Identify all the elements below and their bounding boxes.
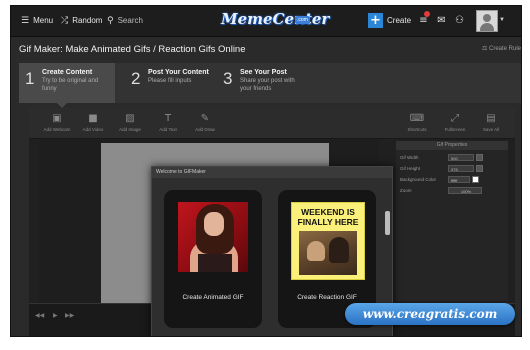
chevron-down-icon[interactable]: ▼: [499, 17, 505, 23]
fullscreen-icon: ⤢: [451, 113, 459, 124]
create-animated-gif-card[interactable]: Create Animated GIF: [164, 190, 262, 328]
tool-label: Add Image: [119, 127, 141, 132]
tool-label: Add Text: [159, 127, 177, 132]
rewind-icon[interactable]: ◀◀: [35, 312, 44, 319]
play-icon[interactable]: ▶: [53, 312, 58, 319]
shortcuts-button[interactable]: ⌨ Shortcuts: [399, 112, 435, 132]
tool-label: Fullscreen: [444, 127, 466, 132]
tool-label: Add Webcam: [43, 127, 71, 132]
color-swatch[interactable]: [472, 176, 479, 183]
app-window: ☰ Menu ⤮ Random ⚲ Search MemeCenter .com…: [10, 5, 522, 337]
property-label: Gif Width: [400, 155, 419, 160]
search-icon: ⚲: [107, 16, 114, 26]
modal-scrollbar[interactable]: [385, 211, 390, 235]
tool-label: Shortcuts: [407, 127, 427, 132]
site-logo[interactable]: MemeCenter .com: [221, 10, 329, 32]
step-title: Post Your Content: [148, 69, 209, 76]
tool-label: Add Draw: [195, 127, 215, 132]
create-rule-label: Create Rule: [488, 46, 521, 52]
image-icon: ▨: [125, 113, 135, 124]
add-webcam-button[interactable]: ▣ Add Webcam: [39, 112, 75, 132]
search-placeholder: Search: [117, 16, 143, 25]
menu-icon: ☰: [21, 16, 30, 26]
step-subtitle: Please fill inputs: [148, 78, 192, 84]
page-title: Gif Maker: Make Animated Gifs / Reaction…: [19, 44, 246, 55]
animated-gif-thumbnail: [178, 202, 248, 272]
watermark-text: www.creagratis.com: [362, 307, 498, 321]
text-icon: T: [164, 113, 172, 124]
pencil-icon: ✎: [200, 113, 210, 124]
create-button[interactable]: +: [368, 13, 383, 28]
add-video-button[interactable]: ■ Add Video: [75, 112, 111, 132]
fullscreen-button[interactable]: ⤢ Fullscreen: [437, 112, 473, 132]
background-color-input[interactable]: ffffff: [448, 176, 470, 183]
random-label: Random: [72, 16, 103, 25]
gif-properties-panel: Gif Properties Gif Width 500 Gif Height …: [396, 141, 508, 301]
gif-width-input[interactable]: 500: [448, 154, 474, 161]
add-image-button[interactable]: ▨ Add Image: [112, 112, 148, 132]
notification-badge: [424, 11, 430, 17]
menu-label: Menu: [33, 16, 54, 25]
forward-icon[interactable]: ▶▶: [65, 312, 74, 319]
editor-toolbar: ▣ Add Webcam ■ Add Video ▨ Add Image T A…: [29, 108, 515, 139]
shuffle-icon: ⤮: [61, 16, 69, 26]
reaction-gif-thumbnail: WEEKEND IS FINALLY HERE: [291, 202, 365, 280]
tool-label: Save All: [482, 127, 500, 132]
step-title: See Your Post: [240, 69, 287, 76]
logo-text: MemeCenter: [221, 10, 330, 28]
card-label: Create Reaction GIF: [297, 294, 357, 301]
save-icon: ▤: [486, 113, 496, 124]
zoom-select[interactable]: 100%: [448, 187, 482, 194]
webcam-icon: ▣: [52, 113, 62, 124]
plus-icon: +: [370, 13, 381, 28]
mail-icon[interactable]: ✉: [435, 14, 448, 27]
keyboard-icon: ⌨: [409, 113, 425, 124]
step-2[interactable]: 2 Post Your Content Please fill inputs: [125, 63, 215, 103]
create-label[interactable]: Create: [387, 6, 411, 36]
add-text-button[interactable]: T Add Text: [150, 112, 186, 132]
video-icon: ■: [88, 113, 98, 124]
property-label: Background Color: [400, 177, 437, 182]
properties-heading: Gif Properties: [396, 141, 508, 150]
step-number: 2: [131, 69, 141, 88]
step-1[interactable]: 1 Create Content Try to be original and …: [19, 63, 115, 108]
step-number: 3: [223, 69, 233, 88]
logo-tld: .com: [295, 16, 310, 24]
save-all-button[interactable]: ▤ Save All: [473, 112, 509, 132]
width-lock-button[interactable]: [476, 154, 483, 161]
menu-button[interactable]: ☰ Menu: [21, 6, 53, 36]
property-label: Gif Height: [400, 166, 421, 171]
step-subtitle: Try to be original and funny: [42, 78, 99, 92]
group-icon[interactable]: ⚇: [453, 14, 466, 27]
create-rule-link[interactable]: ⚖ Create Rule: [482, 45, 521, 52]
height-lock-button[interactable]: [476, 165, 483, 172]
reaction-image-text: WEEKEND IS FINALLY HERE: [297, 207, 359, 227]
step-title: Create Content: [42, 69, 93, 76]
property-label: Zoom: [400, 188, 412, 193]
step-subtitle: Share your post with your friends: [240, 78, 295, 92]
card-label: Create Animated GIF: [182, 294, 244, 301]
steps-bar: 1 Create Content Try to be original and …: [19, 63, 521, 108]
gif-height-input[interactable]: 375: [448, 165, 474, 172]
watermark-badge: www.creagratis.com: [345, 303, 515, 325]
modal-title: Welcome to GIFMaker: [152, 167, 392, 178]
tool-label: Add Video: [82, 127, 104, 132]
random-button[interactable]: ⤮ Random: [61, 6, 102, 36]
step-3[interactable]: 3 See Your Post Share your post with you…: [217, 63, 307, 103]
top-navigation-bar: ☰ Menu ⤮ Random ⚲ Search MemeCenter .com…: [11, 6, 521, 37]
search-input[interactable]: ⚲ Search: [107, 6, 143, 36]
step-number: 1: [25, 69, 35, 88]
add-draw-button[interactable]: ✎ Add Draw: [187, 112, 223, 132]
avatar[interactable]: [476, 10, 498, 32]
